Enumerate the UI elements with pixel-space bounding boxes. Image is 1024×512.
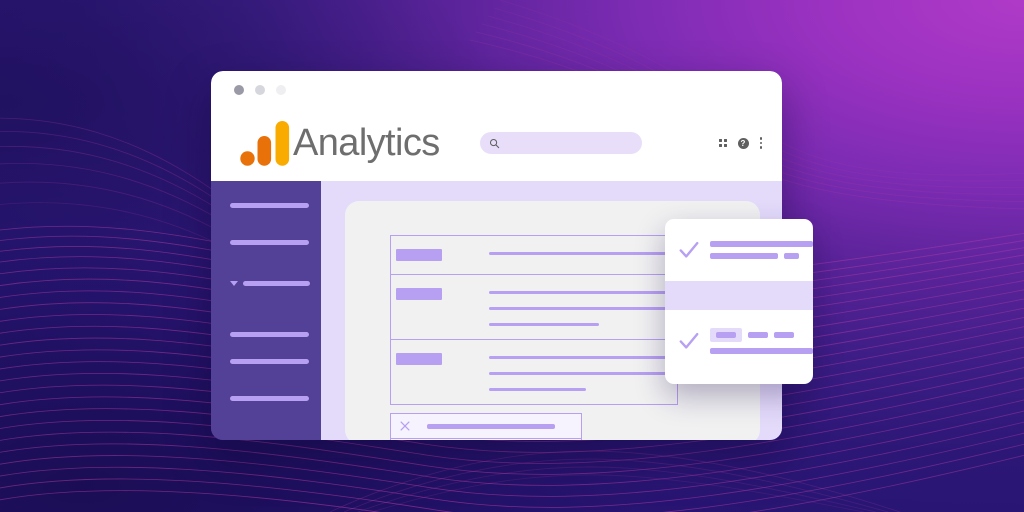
row-text-line xyxy=(489,356,666,359)
search-icon xyxy=(489,138,500,148)
browser-header: Analytics ? xyxy=(211,71,782,181)
row-content xyxy=(489,249,677,255)
dismiss-box[interactable] xyxy=(390,413,582,440)
notification-item-2-content xyxy=(710,328,813,354)
screenshot-stage: Analytics ? xyxy=(0,0,1024,512)
kebab-menu-icon[interactable] xyxy=(759,137,762,149)
notification-divider xyxy=(665,281,813,310)
row-content xyxy=(489,288,677,326)
row-label-chip xyxy=(396,353,442,365)
google-analytics-logo[interactable] xyxy=(237,116,291,170)
sidebar-item-6[interactable] xyxy=(230,396,309,401)
sidebar-item-2[interactable] xyxy=(230,240,309,245)
notification-text-line xyxy=(710,241,813,247)
notification-text-dash xyxy=(774,332,794,338)
row-text-line xyxy=(489,372,666,375)
checkmark-icon xyxy=(679,332,699,349)
row-label-chip xyxy=(396,249,442,261)
row-text-line xyxy=(489,388,587,391)
notification-item-1[interactable] xyxy=(665,219,813,281)
table-row[interactable] xyxy=(391,275,677,340)
apps-grid-icon[interactable] xyxy=(718,139,727,147)
sidebar-item-4[interactable] xyxy=(230,332,309,337)
table-row[interactable] xyxy=(391,236,677,275)
sidebar xyxy=(211,181,321,440)
sidebar-item-label xyxy=(243,281,310,286)
sidebar-item-label xyxy=(230,240,309,245)
dismiss-label xyxy=(427,423,555,429)
search-input[interactable] xyxy=(480,132,642,154)
row-text-line xyxy=(489,307,666,310)
sidebar-item-5[interactable] xyxy=(230,359,309,364)
page-title: Analytics xyxy=(293,121,440,164)
window-maximize-dot[interactable] xyxy=(276,85,286,95)
dismiss-row[interactable] xyxy=(391,414,581,439)
header-actions: ? xyxy=(718,135,762,151)
notification-text-line xyxy=(710,348,813,354)
notification-highlight-chip[interactable] xyxy=(710,328,742,342)
notification-chip-row xyxy=(710,328,813,342)
notification-card[interactable] xyxy=(665,219,813,384)
help-icon[interactable]: ? xyxy=(737,137,749,149)
notification-text-line xyxy=(710,253,778,259)
chevron-down-icon[interactable] xyxy=(230,281,238,286)
window-controls[interactable] xyxy=(234,85,286,95)
notification-text-dash xyxy=(784,253,799,259)
notification-text-dash xyxy=(716,332,736,338)
row-text-line xyxy=(489,291,666,294)
row-text-line xyxy=(489,252,666,255)
row-text-line xyxy=(489,323,599,326)
window-minimize-dot[interactable] xyxy=(255,85,265,95)
search-input-value[interactable] xyxy=(500,132,642,154)
checkmark-icon xyxy=(679,241,699,258)
sidebar-item-3[interactable] xyxy=(230,281,310,286)
sidebar-item-label xyxy=(230,396,309,401)
data-table xyxy=(390,235,678,405)
sidebar-item-label xyxy=(230,332,309,337)
close-x-icon xyxy=(400,421,410,431)
row-label-chip xyxy=(396,288,442,300)
notification-item-1-content xyxy=(710,241,813,259)
table-row[interactable] xyxy=(391,340,677,404)
window-close-dot[interactable] xyxy=(234,85,244,95)
notification-item-2[interactable] xyxy=(665,310,813,372)
sidebar-item-label xyxy=(230,203,309,208)
row-content xyxy=(489,353,677,391)
notification-text-dash xyxy=(748,332,768,338)
notification-text-row xyxy=(710,253,813,259)
sidebar-item-label xyxy=(230,359,309,364)
sidebar-item-1[interactable] xyxy=(230,203,309,208)
